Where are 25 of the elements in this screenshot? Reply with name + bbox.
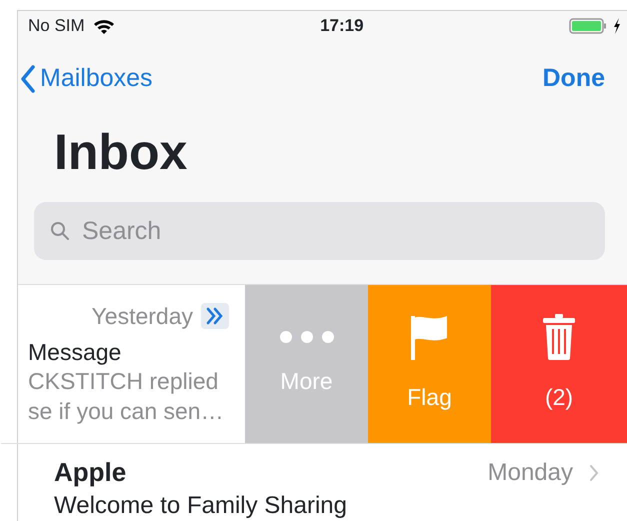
trash-icon	[543, 314, 575, 360]
clock-time: 17:19	[320, 15, 364, 38]
flag-action-button[interactable]: Flag	[368, 285, 491, 444]
preview-text: se if you can sen…	[28, 397, 225, 426]
wifi-icon	[92, 18, 115, 34]
battery-icon	[568, 17, 609, 35]
back-button[interactable]: Mailboxes	[20, 60, 153, 98]
flag-icon	[410, 314, 448, 360]
more-dots-icon	[278, 330, 334, 344]
search-icon	[50, 221, 70, 241]
date-label: Yesterday	[92, 302, 193, 331]
preview-text: Welcome to Family Sharing	[54, 490, 348, 521]
done-button[interactable]: Done	[542, 60, 605, 98]
sender-name: Message	[28, 338, 122, 367]
sender-name: Apple	[54, 456, 126, 490]
carrier-label: No SIM	[28, 15, 85, 38]
disclosure-chevron-icon	[589, 464, 599, 482]
date-label: Monday	[488, 458, 573, 488]
inbox-title: Inbox	[53, 123, 188, 180]
preview-text: CKSTITCH replied	[28, 367, 220, 396]
double-chevron-icon	[201, 303, 229, 330]
charging-bolt-icon	[612, 18, 621, 34]
search-field[interactable]: Search	[34, 202, 605, 260]
back-chevron-icon	[20, 65, 36, 93]
trash-action-button[interactable]: (2)	[491, 285, 627, 444]
